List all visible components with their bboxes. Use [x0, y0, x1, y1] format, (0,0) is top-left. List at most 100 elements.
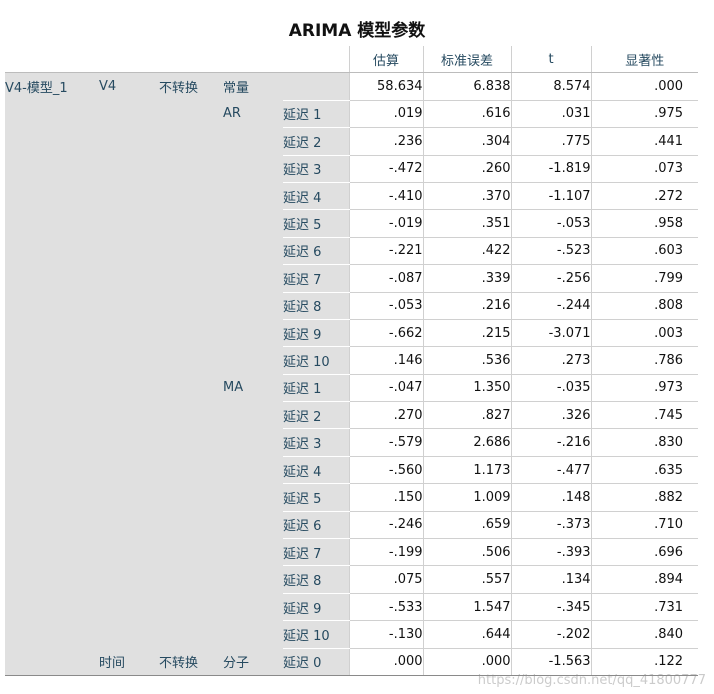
cell-t: .031: [510, 100, 592, 129]
table-row-ar-6: 延迟 6 -.221 .422 -.523 .603: [5, 237, 699, 266]
cell-std-error: .260: [422, 155, 512, 183]
cell-sig: .731: [590, 593, 699, 622]
table-row-ar-2: 延迟 2 .236 .304 .775 .441: [5, 127, 699, 156]
col-header-sig: 显著性: [590, 46, 699, 74]
cell-sig: .441: [590, 127, 699, 156]
cell-std-error: .351: [422, 209, 512, 238]
cell-std-error: 1.009: [422, 483, 512, 512]
cell-std-error: .216: [422, 292, 512, 320]
cell-std-error: .827: [422, 401, 512, 430]
cell-sig: .808: [590, 292, 699, 320]
cell-t: -1.563: [510, 648, 592, 676]
time-label: 时间: [99, 648, 159, 676]
cell-std-error: 1.173: [422, 456, 512, 485]
lag-label: 延迟 6: [283, 237, 350, 266]
cell-t: .775: [510, 127, 592, 156]
cell-std-error: .215: [422, 319, 512, 348]
table-row-constant: V4-模型_1 V4 不转换 常量 58.634 6.838 8.574 .00…: [5, 72, 699, 101]
table-row-ar-4: 延迟 4 -.410 .370 -1.107 .272: [5, 182, 699, 211]
cell-std-error: 2.686: [422, 428, 512, 457]
cell-sig: .122: [590, 648, 699, 676]
lag-label: 延迟 6: [283, 511, 350, 540]
cell-estimate: -.472: [348, 155, 424, 183]
cell-t: .134: [510, 565, 592, 594]
table-row-ar-10: 延迟 10 .146 .536 .273 .786: [5, 346, 699, 375]
table-row-ma-8: 延迟 8 .075 .557 .134 .894: [5, 565, 699, 594]
cell-sig: .073: [590, 155, 699, 183]
lag-label: 延迟 7: [283, 538, 350, 567]
cell-sig: .696: [590, 538, 699, 567]
cell-std-error: .557: [422, 565, 512, 594]
cell-sig: .973: [590, 374, 699, 403]
cell-std-error: 1.350: [422, 374, 512, 403]
cell-estimate: -.199: [348, 538, 424, 567]
table-row-ma-5: 延迟 5 .150 1.009 .148 .882: [5, 483, 699, 512]
lag-label: 延迟 5: [283, 483, 350, 512]
cell-estimate: -.019: [348, 209, 424, 238]
cell-t: 8.574: [510, 72, 592, 101]
cell-std-error: .370: [422, 182, 512, 211]
cell-sig: .003: [590, 319, 699, 348]
header-row: 估算 标准误差 t 显著性: [5, 46, 699, 74]
cell-estimate: -.579: [348, 428, 424, 457]
ma-label: MA: [223, 374, 283, 403]
lag-label: 延迟 9: [283, 593, 350, 622]
cell-estimate: .000: [348, 648, 424, 676]
transform-label: 不转换: [159, 72, 223, 101]
cell-t: -.216: [510, 428, 592, 457]
table-row-ma-1: MA 延迟 1 -.047 1.350 -.035 .973: [5, 374, 699, 403]
cell-sig: .799: [590, 264, 699, 293]
numerator-label: 分子: [223, 648, 283, 676]
lag-label: 延迟 8: [283, 565, 350, 594]
lag-label: 延迟 1: [283, 374, 350, 403]
cell-sig: .745: [590, 401, 699, 430]
cell-sig: .882: [590, 483, 699, 512]
cell-std-error: .659: [422, 511, 512, 540]
cell-t: -.035: [510, 374, 592, 403]
ar-label: AR: [223, 100, 283, 129]
lag-label: 延迟 2: [283, 401, 350, 430]
cell-estimate: -.410: [348, 182, 424, 211]
cell-estimate: -.053: [348, 292, 424, 320]
cell-estimate: .236: [348, 127, 424, 156]
cell-sig: .786: [590, 346, 699, 375]
table-row-ma-7: 延迟 7 -.199 .506 -.393 .696: [5, 538, 699, 567]
cell-t: -.523: [510, 237, 592, 266]
table-row-ar-1: AR 延迟 1 .019 .616 .031 .975: [5, 100, 699, 129]
cell-t: -.477: [510, 456, 592, 485]
cell-std-error: .422: [422, 237, 512, 266]
cell-std-error: .304: [422, 127, 512, 156]
cell-std-error: .000: [422, 648, 512, 676]
cell-sig: .894: [590, 565, 699, 594]
cell-estimate: .270: [348, 401, 424, 430]
cell-t: -1.107: [510, 182, 592, 211]
lag-label: 延迟 2: [283, 127, 350, 156]
table-title: ARIMA 模型参数: [288, 21, 426, 41]
table-row-ma-2: 延迟 2 .270 .827 .326 .745: [5, 401, 699, 430]
header-blank: [5, 46, 350, 74]
table-row-time: 时间 不转换 分子 延迟 0 .000 .000 -1.563 .122: [5, 648, 699, 676]
cell-estimate: -.130: [348, 620, 424, 649]
cell-t: -.244: [510, 292, 592, 320]
cell-t: -.373: [510, 511, 592, 540]
cell-t: -1.819: [510, 155, 592, 183]
cell-sig: .603: [590, 237, 699, 266]
lag-label: 延迟 9: [283, 319, 350, 348]
cell-t: -.345: [510, 593, 592, 622]
arima-parameter-table: 估算 标准误差 t 显著性 V4-模型_1 V4 不转换 常量 58.634 6…: [5, 46, 699, 676]
table-row-ar-3: 延迟 3 -.472 .260 -1.819 .073: [5, 155, 699, 183]
cell-sig: .710: [590, 511, 699, 540]
cell-t: -.256: [510, 264, 592, 293]
col-header-t: t: [510, 46, 592, 74]
cell-std-error: .339: [422, 264, 512, 293]
cell-std-error: .506: [422, 538, 512, 567]
table-row-ar-8: 延迟 8 -.053 .216 -.244 .808: [5, 292, 699, 320]
cell-t: .273: [510, 346, 592, 375]
cell-estimate: .150: [348, 483, 424, 512]
cell-sig: .958: [590, 209, 699, 238]
lag-label: 延迟 4: [283, 182, 350, 211]
variable-label: V4: [99, 72, 159, 101]
cell-estimate: -.533: [348, 593, 424, 622]
cell-std-error: .616: [422, 100, 512, 129]
lag-label: 延迟 0: [283, 648, 350, 676]
